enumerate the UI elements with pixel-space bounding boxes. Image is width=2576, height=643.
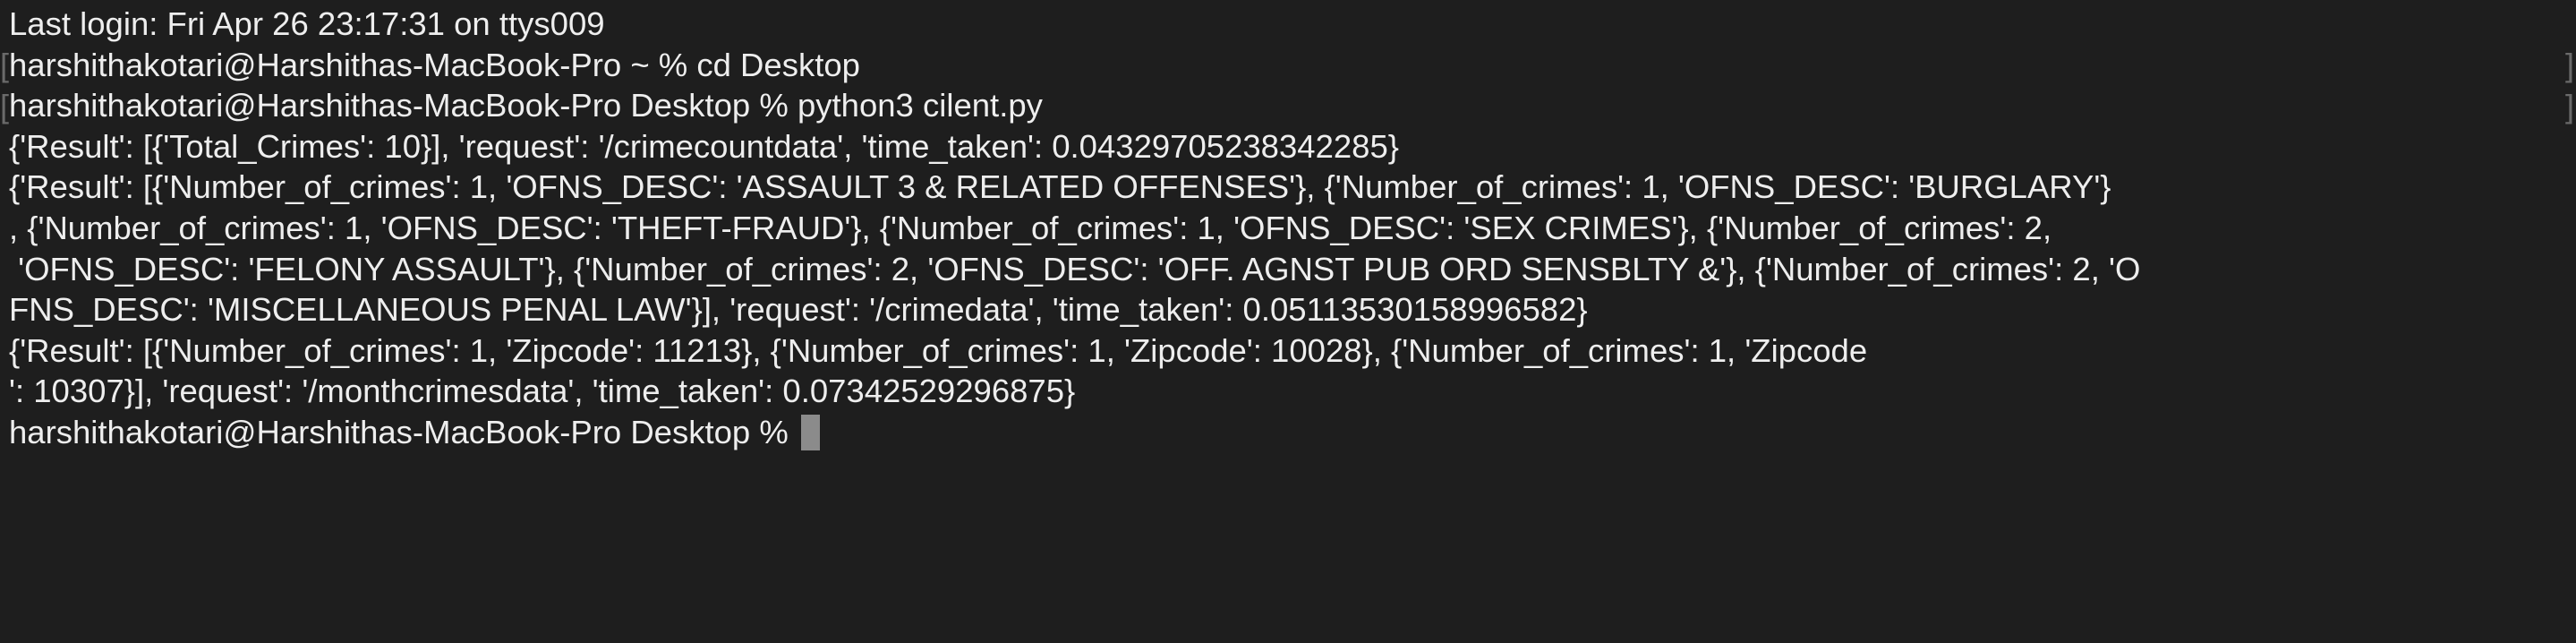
output-line-crimecount: {'Result': [{'Total_Crimes': 10}], 'requ…: [9, 127, 1399, 165]
prompt-line[interactable]: harshithakotari@Harshithas-MacBook-Pro D…: [9, 412, 2576, 453]
output-line-crimedata-3: 'OFNS_DESC': 'FELONY ASSAULT'}, {'Number…: [9, 250, 2141, 287]
left-edge-mark: [: [0, 47, 10, 83]
prompt-text: harshithakotari@Harshithas-MacBook-Pro D…: [9, 413, 798, 450]
text-cursor: [800, 414, 820, 450]
command-line-cd: harshithakotari@Harshithas-MacBook-Pro ~…: [9, 46, 860, 83]
output-line-last-login: Last login: Fri Apr 26 23:17:31 on ttys0…: [9, 5, 605, 42]
left-edge-mark: [: [0, 88, 10, 124]
output-line-monthcrimes-2: ': 10307}], 'request': '/monthcrimesdata…: [9, 373, 1076, 410]
output-line-crimedata-1: {'Result': [{'Number_of_crimes': 1, 'OFN…: [9, 168, 2111, 206]
command-line-python: harshithakotari@Harshithas-MacBook-Pro D…: [9, 87, 1043, 124]
right-edge-mark: ]: [2564, 88, 2574, 124]
right-edge-mark: ]: [2564, 47, 2574, 83]
output-line-monthcrimes-1: {'Result': [{'Number_of_crimes': 1, 'Zip…: [9, 331, 1868, 369]
output-line-crimedata-2: , {'Number_of_crimes': 1, 'OFNS_DESC': '…: [9, 209, 2052, 246]
terminal-window[interactable]: Last login: Fri Apr 26 23:17:31 on ttys0…: [0, 0, 2576, 643]
output-line-crimedata-4: FNS_DESC': 'MISCELLANEOUS PENAL LAW'}], …: [9, 291, 1588, 329]
